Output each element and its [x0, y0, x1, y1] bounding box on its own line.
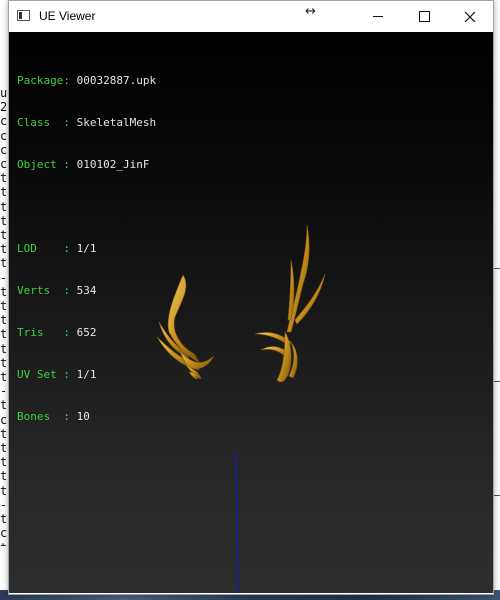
axis-line: [235, 451, 239, 593]
minimize-icon: [373, 16, 383, 17]
close-button[interactable]: [447, 1, 493, 32]
minimize-button[interactable]: [355, 1, 401, 32]
maximize-icon: [418, 11, 430, 22]
app-window-icon: [17, 10, 30, 21]
maximize-button[interactable]: [401, 1, 447, 32]
skeletal-mesh-render: [156, 224, 326, 593]
resize-cursor-icon: ↔: [305, 4, 316, 19]
right-claw-mesh: [254, 224, 326, 383]
3d-viewport[interactable]: Package: 00032887.upk Class : SkeletalMe…: [9, 32, 493, 593]
ue-viewer-window: UE Viewer ↔ Package: 00032887.upk Class …: [8, 0, 494, 595]
window-title: UE Viewer: [39, 9, 96, 23]
left-claw-mesh: [156, 274, 215, 380]
title-bar[interactable]: UE Viewer ↔: [9, 1, 493, 32]
close-icon: [464, 11, 476, 22]
